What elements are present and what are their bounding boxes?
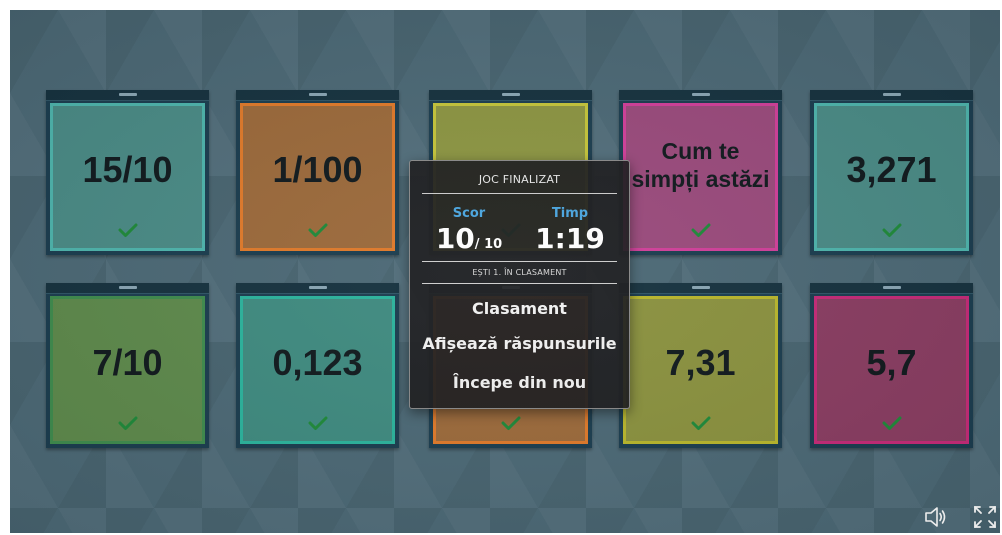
card-label: 7,31 — [665, 342, 736, 383]
card-label: 7/10 — [92, 342, 163, 383]
card-label: 5,7 — [866, 342, 917, 383]
card-face: 7,31 — [623, 296, 778, 444]
game-card[interactable]: 0,123 — [236, 283, 399, 448]
speaker-icon[interactable] — [922, 504, 948, 530]
card-header — [810, 90, 973, 101]
divider — [422, 283, 617, 284]
dialog-title: JOC FINALIZAT — [478, 173, 561, 186]
score-value: 10/ 10 — [435, 222, 503, 255]
divider — [422, 261, 617, 262]
card-header — [810, 283, 973, 294]
card-face: 15/10 — [50, 103, 205, 251]
card-face: Cum te simpți astăzi — [623, 103, 778, 251]
game-card[interactable]: 5,7 — [810, 283, 973, 448]
card-label: 0,123 — [272, 342, 363, 383]
checkmark-icon — [118, 223, 137, 237]
card-header — [619, 283, 782, 294]
time-block: Timp 1:19 — [530, 206, 610, 255]
checkmark-icon — [882, 223, 901, 237]
rank-text: EȘTI 1. ÎN CLASAMENT — [472, 268, 567, 277]
time-label: Timp — [551, 206, 589, 221]
game-card[interactable]: 7/10 — [46, 283, 209, 448]
card-face: 7/10 — [50, 296, 205, 444]
game-card[interactable]: Cum te simpți astăzi — [619, 90, 782, 255]
checkmark-icon — [882, 416, 901, 430]
card-header — [46, 90, 209, 101]
card-notch — [691, 93, 710, 96]
card-face: 1/100 — [240, 103, 395, 251]
card-header — [46, 283, 209, 294]
show-answers-button[interactable]: Afișează răspunsurile — [410, 334, 629, 353]
score-block: Scor 10/ 10 — [434, 206, 504, 255]
card-header — [619, 90, 782, 101]
checkmark-icon — [118, 416, 137, 430]
checkmark-icon — [691, 416, 710, 430]
checkmark-icon — [308, 223, 327, 237]
game-stage: 15/10 1/100 Cum te simpți astăzi 3,271 7/10 0… — [10, 10, 1000, 533]
card-notch — [501, 93, 520, 96]
card-face: 3,271 — [814, 103, 969, 251]
card-notch — [308, 93, 327, 96]
card-notch — [118, 286, 137, 289]
restart-button[interactable]: Începe din nou — [410, 373, 629, 392]
card-notch — [118, 93, 137, 96]
card-notch — [882, 286, 901, 289]
card-header — [236, 90, 399, 101]
divider — [422, 193, 617, 194]
game-over-dialog: JOC FINALIZAT Scor 10/ 10 Timp 1:19 EȘTI… — [409, 160, 630, 409]
card-notch — [882, 93, 901, 96]
score-total: / 10 — [474, 237, 503, 252]
game-card[interactable]: 3,271 — [810, 90, 973, 255]
card-label: 3,271 — [846, 149, 937, 190]
card-notch — [691, 286, 710, 289]
leaderboard-button[interactable]: Clasament — [410, 299, 629, 318]
card-face: 5,7 — [814, 296, 969, 444]
card-header — [236, 283, 399, 294]
game-card[interactable]: 1/100 — [236, 90, 399, 255]
checkmark-icon — [501, 416, 520, 430]
card-header — [429, 90, 592, 101]
card-label: 15/10 — [82, 149, 173, 190]
card-face: 0,123 — [240, 296, 395, 444]
game-card[interactable]: 7,31 — [619, 283, 782, 448]
time-value: 1:19 — [535, 222, 605, 255]
score-label: Scor — [452, 206, 486, 221]
fullscreen-icon[interactable] — [972, 504, 998, 530]
checkmark-icon — [308, 416, 327, 430]
card-label: Cum te simpți astăzi — [631, 138, 770, 192]
checkmark-icon — [691, 223, 710, 237]
card-label: 1/100 — [272, 149, 363, 190]
game-card[interactable]: 15/10 — [46, 90, 209, 255]
card-notch — [308, 286, 327, 289]
